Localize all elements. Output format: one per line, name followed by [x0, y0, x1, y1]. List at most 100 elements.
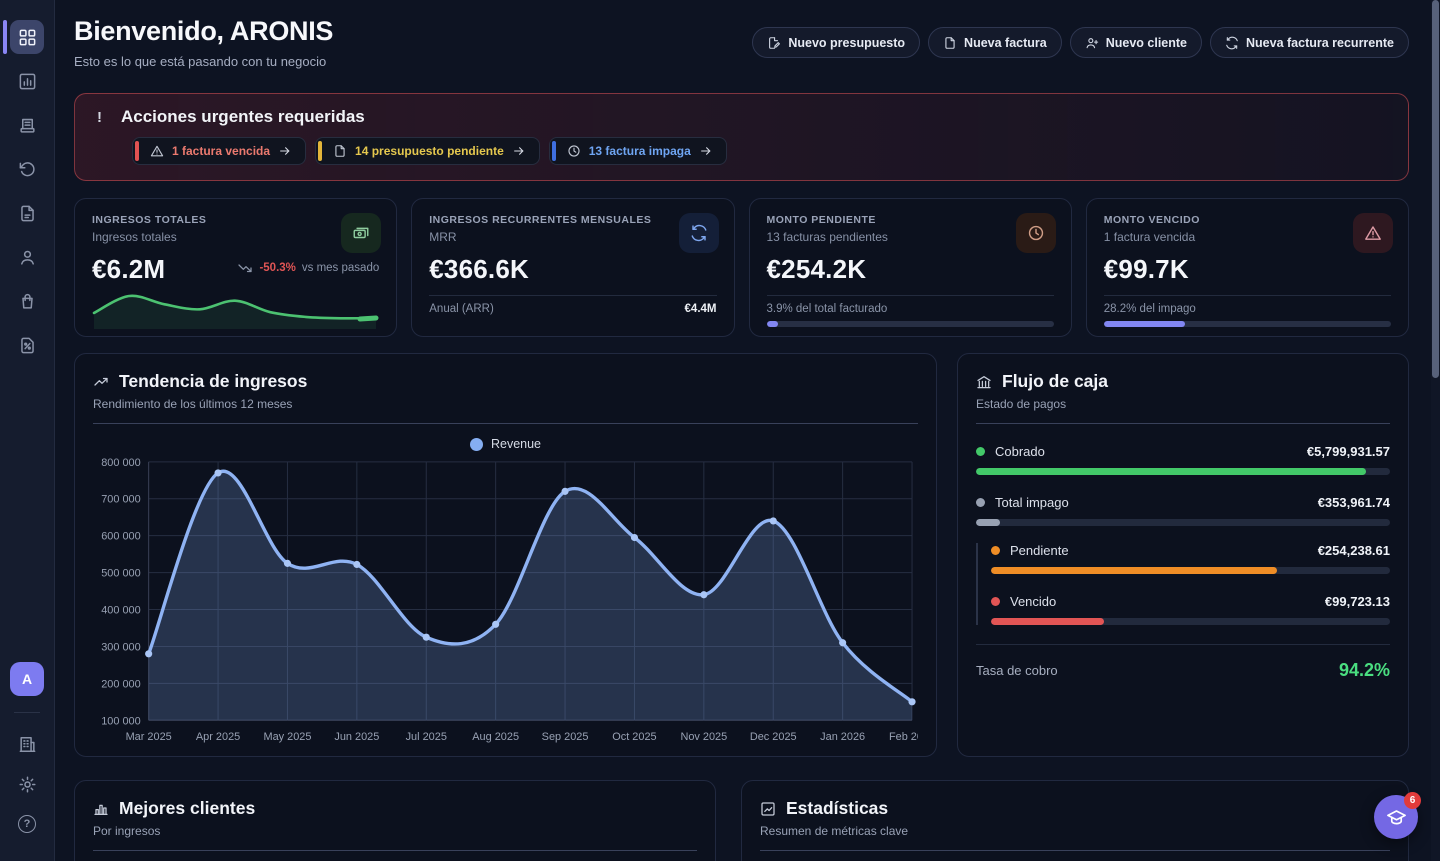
new-recurring-invoice-button[interactable]: Nueva factura recurrente [1210, 27, 1409, 58]
new-invoice-button[interactable]: Nueva factura [928, 27, 1062, 58]
cashflow-row-overdue: Vencido €99,723.13 [991, 594, 1390, 625]
divider [93, 850, 697, 851]
sidebar-bottom: A ? [0, 662, 54, 847]
sidebar-item-help[interactable]: ? [10, 807, 44, 841]
arrow-right-icon [699, 144, 713, 158]
sidebar-item-documents[interactable] [10, 196, 44, 230]
svg-text:Jul 2025: Jul 2025 [406, 731, 447, 743]
kpi-footer-label: Anual (ARR) [429, 303, 494, 315]
header-actions: Nuevo presupuesto Nueva factura Nuevo cl… [752, 27, 1409, 58]
kpi-value: €99.7K [1104, 254, 1391, 285]
sidebar-item-products[interactable] [10, 284, 44, 318]
divider [1104, 295, 1391, 296]
cashflow-subtitle: Estado de pagos [976, 397, 1390, 411]
middle-row: Tendencia de ingresos Rendimiento de los… [74, 353, 1409, 757]
svg-text:800 000: 800 000 [101, 457, 140, 469]
gear-icon [18, 775, 37, 794]
kpi-sublabel: MRR [429, 230, 716, 244]
svg-text:500 000: 500 000 [101, 568, 140, 580]
overdue-invoice-chip[interactable]: 1 factura vencida [132, 137, 306, 165]
progress-bar [976, 468, 1390, 475]
onboarding-fab-button[interactable]: 6 [1374, 795, 1418, 839]
trend-up-icon [93, 374, 109, 390]
divider [93, 423, 918, 424]
cashflow-row-label: Total impago [995, 495, 1069, 510]
sidebar-item-analytics[interactable] [10, 64, 44, 98]
sidebar-item-dashboard[interactable] [10, 20, 44, 54]
kpi-card-pending-amount: MONTO PENDIENTE 13 facturas pendientes €… [749, 198, 1072, 337]
svg-text:Feb 2026: Feb 2026 [889, 731, 918, 743]
scrollbar-track[interactable] [1431, 0, 1440, 861]
new-client-label: Nuevo cliente [1106, 36, 1187, 50]
status-dot [976, 447, 985, 456]
divider [976, 423, 1390, 424]
sidebar: A ? [0, 0, 55, 861]
bar-chart-icon [18, 72, 37, 91]
sidebar-item-quotes[interactable] [10, 328, 44, 362]
sidebar-item-invoices[interactable] [10, 108, 44, 142]
cashflow-title: Flujo de caja [1002, 371, 1108, 392]
svg-text:300 000: 300 000 [101, 641, 140, 653]
svg-text:Jan 2026: Jan 2026 [820, 731, 865, 743]
svg-text:May 2025: May 2025 [263, 731, 311, 743]
trend-indicator: -50.3% vs mes pasado [237, 260, 379, 276]
cashflow-row-value: €99,723.13 [1325, 594, 1390, 609]
clock-icon [567, 144, 581, 158]
cashflow-row-label: Vencido [1010, 594, 1056, 609]
revenue-line-chart: 100 000200 000300 000400 000500 000600 0… [93, 453, 918, 749]
cashflow-row-value: €254,238.61 [1318, 543, 1390, 558]
kpi-card-overdue-amount: MONTO VENCIDO 1 factura vencida €99.7K 2… [1086, 198, 1409, 337]
new-quote-button[interactable]: Nuevo presupuesto [752, 27, 920, 58]
kpi-footer-value: €4.4M [685, 303, 717, 315]
file-pen-icon [767, 36, 781, 50]
svg-text:400 000: 400 000 [101, 604, 140, 616]
pending-quote-chip[interactable]: 14 presupuesto pendiente [315, 137, 540, 165]
rotate-icon [18, 160, 37, 179]
progress-bar [991, 567, 1390, 574]
kpi-label: INGRESOS RECURRENTES MENSUALES [429, 214, 716, 226]
status-dot [976, 498, 985, 507]
banknote-icon [341, 213, 381, 253]
kpi-footer-label: 3.9% del total facturado [767, 303, 888, 315]
cashflow-breakdown: Pendiente €254,238.61 Vencido €99,723.13 [976, 543, 1390, 625]
sidebar-item-company[interactable] [10, 727, 44, 761]
legend-dot [470, 438, 483, 451]
scrollbar-thumb[interactable] [1432, 0, 1439, 378]
kpi-label: MONTO VENCIDO [1104, 214, 1391, 226]
divider [767, 295, 1054, 296]
cashflow-row-value: €353,961.74 [1318, 495, 1390, 510]
user-icon [18, 248, 37, 267]
sidebar-item-clients[interactable] [10, 240, 44, 274]
sidebar-item-recurring[interactable] [10, 152, 44, 186]
svg-text:Oct 2025: Oct 2025 [612, 731, 656, 743]
svg-text:Mar 2025: Mar 2025 [126, 731, 172, 743]
collection-rate-value: 94.2% [1339, 660, 1390, 681]
graduation-cap-icon [1386, 807, 1407, 828]
avatar[interactable]: A [10, 662, 44, 696]
new-recurring-invoice-label: Nueva factura recurrente [1246, 36, 1394, 50]
exclamation-icon: ! [97, 109, 105, 126]
revenue-sparkline [90, 283, 380, 329]
new-invoice-label: Nueva factura [964, 36, 1047, 50]
progress-bar [991, 618, 1390, 625]
urgent-action-chips: 1 factura vencida 14 presupuesto pendien… [132, 137, 1388, 165]
main-content: Bienvenido, ARONIS Esto es lo que está p… [55, 0, 1440, 861]
top-clients-subtitle: Por ingresos [93, 824, 697, 838]
kpi-footer-label: 28.2% del impago [1104, 303, 1196, 315]
warning-icon [150, 144, 164, 158]
new-quote-label: Nuevo presupuesto [788, 36, 905, 50]
trend-down-icon [237, 260, 253, 276]
top-clients-card: Mejores clientes Por ingresos [74, 780, 716, 861]
svg-text:Apr 2025: Apr 2025 [196, 731, 240, 743]
revenue-trend-subtitle: Rendimiento de los últimos 12 meses [93, 397, 918, 411]
unpaid-invoice-chip[interactable]: 13 factura impaga [549, 137, 727, 165]
dashboard-grid-icon [18, 28, 37, 47]
page-title: Bienvenido, ARONIS [74, 16, 333, 47]
user-plus-icon [1085, 36, 1099, 50]
new-client-button[interactable]: Nuevo cliente [1070, 27, 1202, 58]
top-clients-title: Mejores clientes [119, 798, 255, 819]
kpi-sublabel: Ingresos totales [92, 230, 379, 244]
sidebar-item-settings[interactable] [10, 767, 44, 801]
divider [429, 295, 716, 296]
warning-icon [1353, 213, 1393, 253]
